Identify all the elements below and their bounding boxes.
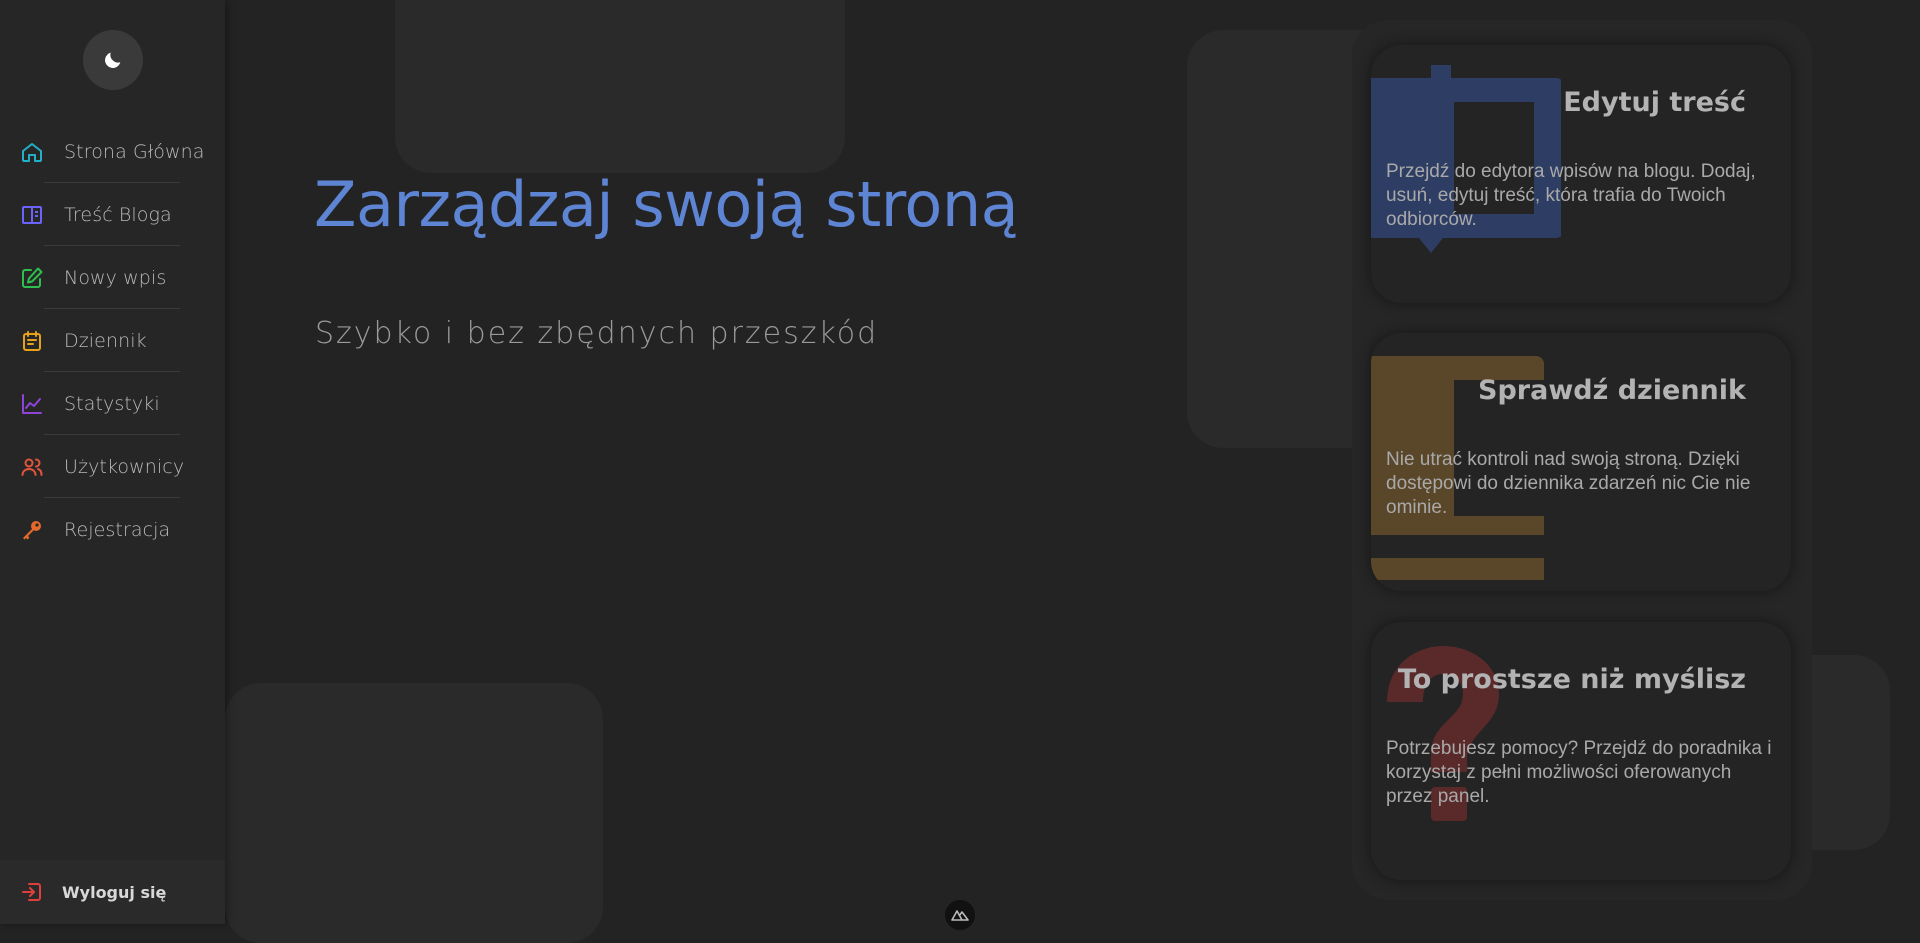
sidebar-item-label: Użytkownicy [64, 455, 185, 478]
sidebar-item-users[interactable]: Użytkownicy [0, 435, 225, 498]
book-open-icon [22, 205, 42, 224]
background-shape [225, 683, 603, 943]
sidebar-item-label: Nowy wpis [64, 266, 167, 289]
home-icon [22, 142, 42, 162]
check-journal-card[interactable]: Sprawdź dziennik Nie utrać kontroli nad … [1371, 333, 1791, 591]
sidebar-item-label: Strona Główna [64, 140, 205, 163]
page-subtitle: Szybko i bez zbędnych przeszkód [315, 316, 879, 351]
chart-line-icon [22, 393, 42, 414]
page-title: Zarządzaj swoją stroną [314, 168, 1019, 241]
sidebar-item-statistics[interactable]: Statystyki [0, 372, 225, 435]
sidebar-item-label: Treść Bloga [64, 203, 172, 226]
sidebar-item-label: Dziennik [64, 329, 147, 352]
help-guide-card[interactable]: To prostsze niż myślisz Potrzebujesz pom… [1371, 622, 1791, 880]
moon-icon [105, 52, 121, 68]
key-icon [23, 520, 41, 539]
sidebar-item-label: Rejestracja [64, 518, 171, 541]
card-title: Edytuj treść [1563, 87, 1746, 118]
card-title: Sprawdź dziennik [1478, 375, 1746, 406]
sidebar: Strona Główna Treść Bloga Nowy wpis Dzie… [0, 0, 225, 924]
card-title: To prostsze niż myślisz [1397, 664, 1746, 695]
calendar-icon [23, 330, 41, 351]
sidebar-nav: Strona Główna Treść Bloga Nowy wpis Dzie… [0, 120, 225, 561]
logout-label: Wyloguj się [62, 882, 167, 902]
sidebar-item-registration[interactable]: Rejestracja [0, 498, 225, 561]
logout-icon [22, 883, 41, 901]
card-description: Potrzebujesz pomocy? Przejdź do poradnik… [1386, 738, 1772, 807]
card-description: Nie utrać kontroli nad swoją stroną. Dzi… [1386, 449, 1751, 518]
nuxt-logo-icon [945, 900, 975, 930]
card-description: Przejdź do edytora wpisów na blogu. Doda… [1386, 161, 1756, 230]
sidebar-item-journal[interactable]: Dziennik [0, 309, 225, 372]
sidebar-item-label: Statystyki [64, 392, 160, 415]
edit-content-card[interactable]: Edytuj treść Przejdź do edytora wpisów n… [1371, 45, 1791, 303]
edit-icon [22, 267, 43, 288]
users-icon [21, 458, 43, 476]
sidebar-item-new-post[interactable]: Nowy wpis [0, 246, 225, 309]
background-shape [395, 0, 845, 173]
theme-toggle-button[interactable] [83, 30, 143, 90]
logout-button[interactable]: Wyloguj się [0, 860, 225, 924]
sidebar-item-blog-content[interactable]: Treść Bloga [0, 183, 225, 246]
sidebar-item-home[interactable]: Strona Główna [0, 120, 225, 183]
